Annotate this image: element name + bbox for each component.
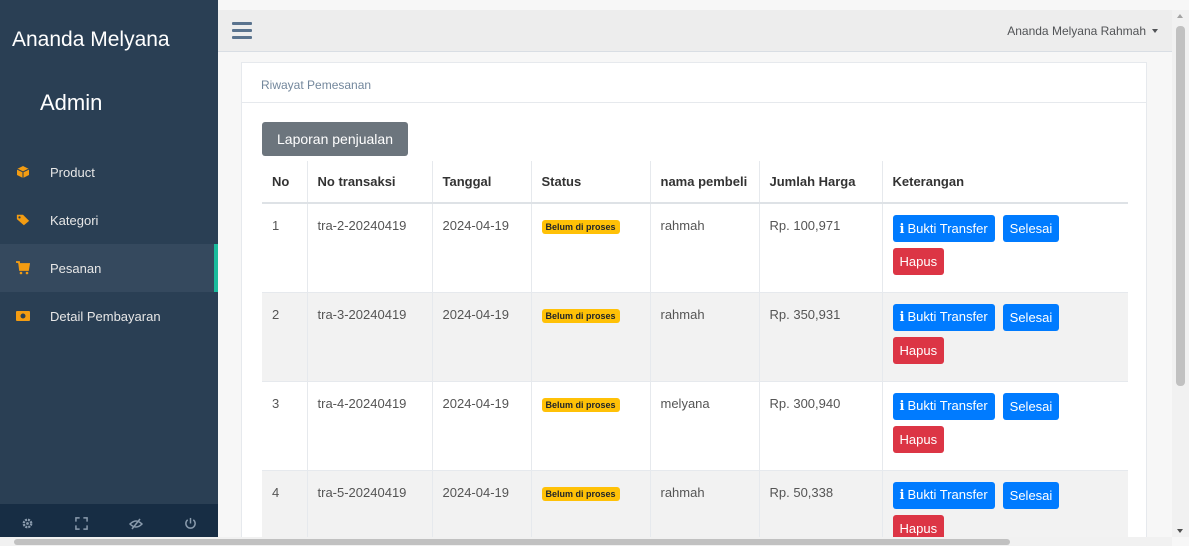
sales-report-button[interactable]: Laporan penjualan bbox=[262, 122, 408, 156]
top-nav: Ananda Melyana Rahmah bbox=[218, 10, 1172, 52]
table-row: 4 tra-5-20240419 2024-04-19 Belum di pro… bbox=[262, 470, 1128, 546]
user-role: Admin bbox=[40, 90, 103, 115]
transfer-proof-button[interactable]: i Bukti Transfer bbox=[892, 303, 995, 331]
sidebar-item-kategori[interactable]: Kategori bbox=[0, 196, 218, 244]
cell-buyer: melyana bbox=[650, 381, 760, 471]
cell-actions: i Bukti Transfer Selesai Hapus bbox=[882, 292, 1128, 382]
sidebar-item-label: Detail Pembayaran bbox=[50, 308, 161, 324]
tags-icon bbox=[16, 213, 30, 227]
settings-button[interactable] bbox=[12, 510, 42, 540]
cell-transaction-id: tra-5-20240419 bbox=[307, 470, 433, 546]
cell-status: Belum di proses bbox=[531, 381, 651, 471]
delete-button[interactable]: Hapus bbox=[892, 336, 945, 364]
table-row: 3 tra-4-20240419 2024-04-19 Belum di pro… bbox=[262, 381, 1128, 471]
column-header: No bbox=[262, 161, 308, 204]
status-badge: Belum di proses bbox=[541, 397, 620, 412]
cell-date: 2024-04-19 bbox=[432, 381, 532, 471]
horizontal-scrollbar[interactable] bbox=[0, 537, 1172, 546]
eye-slash-icon bbox=[129, 518, 144, 533]
sidebar-item-label: Pesanan bbox=[50, 260, 102, 276]
scrollbar-thumb[interactable] bbox=[14, 539, 1010, 545]
user-name: Ananda Melyana Rahmah bbox=[1007, 24, 1146, 38]
cell-status: Belum di proses bbox=[531, 470, 651, 546]
status-badge: Belum di proses bbox=[541, 220, 620, 234]
info-icon: i bbox=[899, 221, 905, 237]
cell-transaction-id: tra-2-20240419 bbox=[307, 203, 433, 293]
cell-date: 2024-04-19 bbox=[432, 203, 532, 293]
transfer-proof-button[interactable]: i Bukti Transfer bbox=[892, 392, 995, 420]
table-row: 2 tra-3-20240419 2024-04-19 Belum di pro… bbox=[262, 292, 1128, 382]
cell-no: 2 bbox=[262, 292, 308, 382]
column-header: nama pembeli bbox=[650, 161, 760, 204]
sidebar-item-product[interactable]: Product bbox=[0, 148, 218, 196]
cell-total: Rp. 350,931 bbox=[759, 292, 883, 382]
cell-total: Rp. 50,338 bbox=[759, 470, 883, 546]
cell-date: 2024-04-19 bbox=[432, 470, 532, 546]
delete-button[interactable]: Hapus bbox=[892, 425, 945, 453]
done-button[interactable]: Selesai bbox=[1002, 392, 1060, 420]
panel-title: Riwayat Pemesanan bbox=[242, 63, 1146, 103]
power-icon bbox=[184, 517, 197, 533]
chevron-down-icon bbox=[1152, 29, 1158, 33]
fullscreen-icon bbox=[75, 517, 89, 533]
scrollbar-thumb[interactable] bbox=[1176, 26, 1185, 386]
order-history-panel: Riwayat Pemesanan Laporan penjualan No N… bbox=[241, 62, 1147, 546]
sidebar-nav: Product Kategori Pesanan Detail Pembayar… bbox=[0, 148, 218, 340]
transfer-proof-button[interactable]: i Bukti Transfer bbox=[892, 215, 995, 242]
column-header: Tanggal bbox=[432, 161, 532, 204]
info-icon: i bbox=[899, 488, 905, 503]
sidebar: Ananda Melyana Admin Product Kategori Pe… bbox=[0, 0, 218, 546]
cart-icon bbox=[16, 261, 30, 275]
cell-status: Belum di proses bbox=[531, 203, 651, 293]
cube-icon bbox=[16, 165, 30, 179]
done-button[interactable]: Selesai bbox=[1002, 303, 1060, 331]
lock-screen-button[interactable] bbox=[121, 510, 151, 540]
cell-no: 3 bbox=[262, 381, 308, 471]
column-header: No transaksi bbox=[307, 161, 433, 204]
sidebar-item-label: Product bbox=[50, 164, 95, 180]
cell-actions: i Bukti Transfer Selesai Hapus bbox=[882, 470, 1128, 546]
table-header-row: No No transaksi Tanggal Status nama pemb… bbox=[262, 161, 1128, 204]
orders-table: No No transaksi Tanggal Status nama pemb… bbox=[262, 161, 1128, 546]
menu-toggle-button[interactable] bbox=[232, 22, 252, 40]
cell-date: 2024-04-19 bbox=[432, 292, 532, 382]
scroll-down-icon[interactable] bbox=[1177, 529, 1183, 533]
status-badge: Belum di proses bbox=[541, 308, 620, 323]
column-header: Keterangan bbox=[882, 161, 1128, 204]
done-button[interactable]: Selesai bbox=[1002, 215, 1060, 242]
cell-actions: i Bukti Transfer Selesai Hapus bbox=[882, 381, 1128, 471]
fullscreen-button[interactable] bbox=[67, 510, 97, 540]
vertical-scrollbar[interactable] bbox=[1172, 10, 1189, 537]
status-badge: Belum di proses bbox=[541, 486, 620, 501]
hamburger-icon bbox=[232, 22, 252, 25]
cell-buyer: rahmah bbox=[650, 470, 760, 546]
cell-no: 4 bbox=[262, 470, 308, 546]
money-icon bbox=[16, 309, 30, 323]
done-button[interactable]: Selesai bbox=[1002, 481, 1060, 509]
cell-no: 1 bbox=[262, 203, 308, 293]
sidebar-item-detail-pembayaran[interactable]: Detail Pembayaran bbox=[0, 292, 218, 340]
gear-icon bbox=[21, 517, 34, 533]
transfer-proof-button[interactable]: i Bukti Transfer bbox=[892, 481, 995, 509]
brand-title[interactable]: Ananda Melyana bbox=[12, 28, 170, 52]
cell-status: Belum di proses bbox=[531, 292, 651, 382]
sidebar-item-label: Kategori bbox=[50, 212, 99, 228]
scroll-up-icon[interactable] bbox=[1177, 14, 1183, 18]
table-row: 1 tra-2-20240419 2024-04-19 Belum di pro… bbox=[262, 203, 1128, 293]
cell-transaction-id: tra-4-20240419 bbox=[307, 381, 433, 471]
delete-button[interactable]: Hapus bbox=[892, 248, 945, 275]
cell-buyer: rahmah bbox=[650, 292, 760, 382]
cell-actions: i Bukti Transfer Selesai Hapus bbox=[882, 203, 1128, 293]
user-menu[interactable]: Ananda Melyana Rahmah bbox=[1007, 24, 1158, 38]
cell-transaction-id: tra-3-20240419 bbox=[307, 292, 433, 382]
cell-buyer: rahmah bbox=[650, 203, 760, 293]
cell-total: Rp. 100,971 bbox=[759, 203, 883, 293]
column-header: Status bbox=[531, 161, 651, 204]
cell-total: Rp. 300,940 bbox=[759, 381, 883, 471]
column-header: Jumlah Harga bbox=[759, 161, 883, 204]
sidebar-item-pesanan[interactable]: Pesanan bbox=[0, 244, 218, 292]
info-icon: i bbox=[899, 399, 905, 414]
info-icon: i bbox=[899, 310, 905, 325]
logout-button[interactable] bbox=[176, 510, 206, 540]
